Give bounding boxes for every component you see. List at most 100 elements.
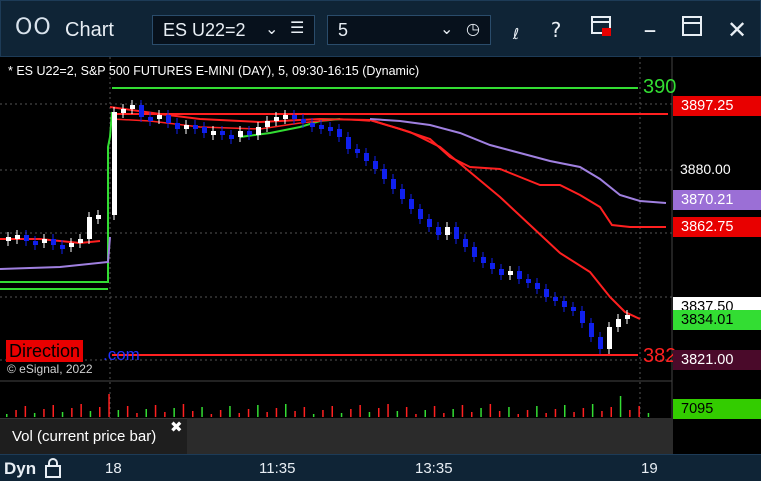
candlesticks bbox=[6, 100, 630, 354]
candle-body bbox=[562, 301, 567, 307]
volume-bar bbox=[573, 412, 575, 417]
candle-body bbox=[571, 307, 576, 311]
candle-body bbox=[157, 115, 162, 119]
candle-body bbox=[553, 297, 558, 301]
price-tag: 3897.25 bbox=[673, 96, 761, 116]
lock-icon[interactable] bbox=[44, 458, 62, 478]
candle-body bbox=[364, 153, 369, 161]
volume-bar bbox=[192, 411, 194, 417]
dyn-label[interactable]: Dyn bbox=[4, 459, 36, 479]
price-chart[interactable] bbox=[0, 57, 761, 454]
volume-bar bbox=[99, 407, 101, 417]
candle-body bbox=[355, 149, 360, 153]
volume-bar bbox=[517, 414, 519, 417]
maximize-icon[interactable] bbox=[677, 15, 707, 45]
red-ma-fast bbox=[0, 238, 101, 245]
list-icon[interactable]: ☰ bbox=[290, 18, 304, 37]
axis-label: 3880.00 bbox=[680, 161, 731, 177]
candle-body bbox=[382, 169, 387, 179]
candle-body bbox=[463, 239, 468, 247]
volume-bar bbox=[182, 404, 185, 417]
direction-label[interactable]: Direction bbox=[6, 340, 84, 362]
close-study-icon[interactable]: ✖ bbox=[170, 418, 183, 436]
minimize-icon[interactable]: – bbox=[635, 15, 665, 45]
volume-bar bbox=[601, 411, 603, 417]
clock-icon[interactable]: ◷ bbox=[466, 19, 480, 38]
time-label: 13:35 bbox=[415, 460, 453, 477]
candle-body bbox=[310, 123, 315, 127]
help-icon[interactable]: ? bbox=[541, 15, 571, 45]
candle-body bbox=[526, 279, 531, 283]
candle-body bbox=[202, 127, 207, 133]
volume-bar bbox=[52, 405, 54, 417]
candle-body bbox=[15, 235, 20, 239]
purple-ma-line bbox=[369, 118, 667, 204]
close-icon[interactable]: ✕ bbox=[722, 15, 752, 45]
candle-body bbox=[42, 239, 47, 243]
candle-body bbox=[346, 137, 351, 149]
volume-bar bbox=[247, 409, 250, 417]
interval-select[interactable]: 5 ⌄ ◷ bbox=[327, 15, 491, 45]
volume-bar bbox=[340, 413, 343, 417]
volume-bar bbox=[378, 408, 380, 417]
price-tag: 3870.21 bbox=[673, 190, 761, 210]
red-ma-fast bbox=[109, 106, 641, 320]
volume-bar bbox=[387, 404, 389, 417]
copyright-text: © eSignal, 2022 bbox=[7, 362, 93, 376]
volume-bar bbox=[24, 406, 27, 417]
candle-body bbox=[598, 337, 603, 349]
volume-bar bbox=[545, 413, 547, 417]
price-tag: 3821.00 bbox=[673, 350, 761, 370]
candle-body bbox=[69, 243, 74, 247]
form-icon[interactable] bbox=[586, 15, 616, 45]
candle-body bbox=[78, 239, 83, 243]
candle-body bbox=[87, 217, 92, 239]
study-label: * ES U22=2, S&P 500 FUTURES E-MINI (DAY)… bbox=[8, 64, 420, 78]
candle-body bbox=[616, 319, 621, 327]
candle-body bbox=[51, 239, 56, 245]
volume-bar bbox=[43, 409, 45, 417]
chart-icon[interactable]: OO bbox=[15, 15, 52, 40]
candle-body bbox=[445, 227, 450, 235]
candle-body bbox=[184, 125, 189, 129]
volume-bar bbox=[405, 407, 408, 417]
time-label: 11:35 bbox=[259, 460, 296, 477]
volume-bar bbox=[582, 408, 585, 417]
volume-bar bbox=[359, 405, 361, 417]
volume-bar bbox=[536, 406, 538, 417]
volume-bar bbox=[424, 410, 426, 417]
candle-body bbox=[607, 327, 612, 349]
volume-bar bbox=[368, 412, 371, 417]
candle-body bbox=[319, 125, 324, 129]
symbol-select[interactable]: ES U22=2 ⌄ ☰ bbox=[152, 15, 315, 45]
volume-value-tag: 7095 bbox=[673, 399, 761, 419]
time-axis: Dyn 18 11:35 13:35 19 bbox=[0, 454, 761, 481]
candle-body bbox=[481, 257, 486, 263]
volume-bar bbox=[219, 410, 222, 417]
chevron-down-icon[interactable]: ⌄ bbox=[265, 19, 278, 38]
volume-bar bbox=[257, 405, 259, 417]
chevron-down-icon[interactable]: ⌄ bbox=[440, 19, 453, 38]
volume-bar bbox=[619, 396, 622, 417]
volume-bars bbox=[6, 394, 650, 417]
level-top-label: 390 bbox=[643, 76, 677, 98]
candle-body bbox=[238, 131, 243, 137]
volume-bar bbox=[61, 412, 64, 417]
volume-study-label: Vol (current price bar) bbox=[0, 418, 187, 454]
volume-bar bbox=[350, 409, 352, 417]
volume-bar bbox=[145, 409, 147, 417]
interval-value: 5 bbox=[338, 20, 349, 40]
candle-body bbox=[24, 235, 29, 241]
volume-bar bbox=[489, 404, 492, 417]
volume-bar bbox=[89, 411, 92, 417]
candle-body bbox=[283, 115, 288, 119]
volume-bar bbox=[210, 414, 213, 417]
volume-pane-footer bbox=[187, 418, 673, 454]
volume-bar bbox=[564, 405, 566, 417]
volume-bar bbox=[15, 410, 17, 417]
candle-body bbox=[256, 127, 261, 135]
price-tag: 3834.01 bbox=[673, 310, 761, 330]
title-bar: OO Chart ES U22=2 ⌄ ☰ 5 ⌄ ◷ ℓ ? – ✕ bbox=[0, 0, 761, 57]
draw-icon[interactable]: ℓ bbox=[501, 19, 531, 49]
candle-body bbox=[175, 123, 180, 129]
